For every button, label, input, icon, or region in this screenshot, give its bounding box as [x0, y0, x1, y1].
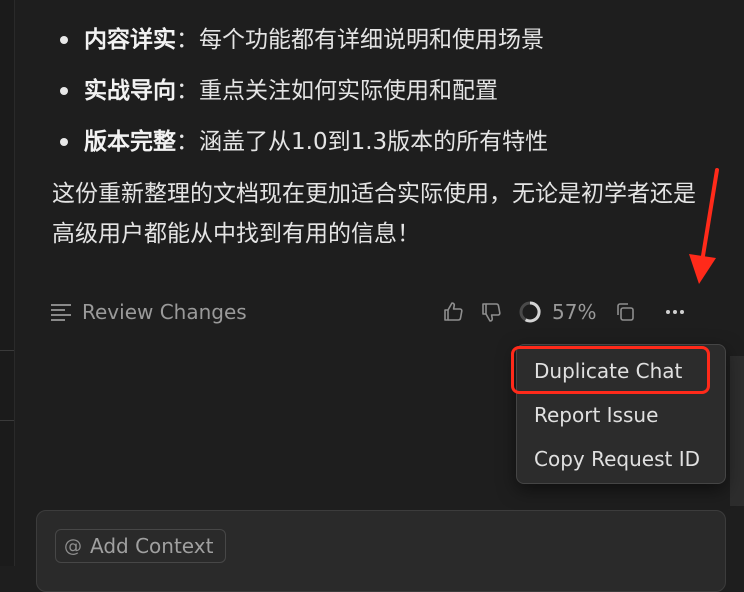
review-changes-button[interactable]: Review Changes — [50, 300, 247, 324]
bullet-dot — [60, 36, 68, 44]
summary-paragraph: 这份重新整理的文档现在更加适合实际使用，无论是初学者还是高级用户都能从中找到有用… — [52, 181, 696, 247]
progress-ring-icon — [519, 301, 541, 323]
left-panel-edge — [0, 0, 15, 566]
context-usage-value: 57% — [552, 300, 597, 324]
feature-list: 内容详实：每个功能都有详细说明和使用场景 实战导向：重点关注如何实际使用和配置 … — [60, 14, 724, 167]
review-changes-icon — [51, 304, 71, 321]
action-icon-group: 57% — [438, 296, 690, 328]
add-context-button[interactable]: @ Add Context — [55, 529, 227, 563]
more-options-icon — [666, 310, 685, 314]
thumbs-down-button[interactable] — [476, 297, 506, 327]
list-item: 实战导向：重点关注如何实际使用和配置 — [60, 65, 724, 116]
review-changes-label: Review Changes — [82, 300, 247, 324]
bullet-term: 内容详实 — [84, 26, 176, 53]
list-item: 版本完整：涵盖了从1.0到1.3版本的所有特性 — [60, 116, 724, 167]
bullet-term: 版本完整 — [84, 128, 176, 155]
copy-button[interactable] — [610, 297, 640, 327]
thumbs-up-icon — [444, 302, 463, 321]
menu-item-report-issue[interactable]: Report Issue — [517, 395, 725, 435]
context-usage-indicator: 57% — [518, 300, 596, 324]
bullet-description: 涵盖了从1.0到1.3版本的所有特性 — [199, 128, 549, 155]
bullet-description: 重点关注如何实际使用和配置 — [199, 77, 498, 104]
bullet-separator: ： — [176, 77, 199, 104]
bullet-separator: ： — [176, 128, 199, 155]
left-panel-divider — [0, 420, 14, 421]
list-item: 内容详实：每个功能都有详细说明和使用场景 — [60, 14, 724, 65]
thumbs-down-icon — [482, 303, 501, 322]
chat-composer[interactable]: @ Add Context — [36, 510, 726, 592]
bullet-dot — [60, 87, 68, 95]
annotation-highlight-box — [511, 346, 710, 394]
thumbs-up-button[interactable] — [438, 297, 468, 327]
message-action-bar: Review Changes 57% — [50, 296, 714, 328]
copy-icon — [617, 303, 635, 321]
bullet-dot — [60, 138, 68, 146]
more-options-button[interactable] — [660, 297, 690, 327]
annotation-arrow-icon — [689, 168, 719, 284]
bullet-term: 实战导向 — [84, 77, 176, 104]
add-context-label: Add Context — [90, 534, 214, 558]
at-sign-icon: @ — [64, 535, 82, 557]
bullet-separator: ： — [176, 26, 199, 53]
scrollbar[interactable] — [730, 356, 744, 506]
bullet-description: 每个功能都有详细说明和使用场景 — [199, 26, 544, 53]
menu-item-copy-request-id[interactable]: Copy Request ID — [517, 439, 725, 479]
left-panel-divider — [0, 350, 14, 351]
